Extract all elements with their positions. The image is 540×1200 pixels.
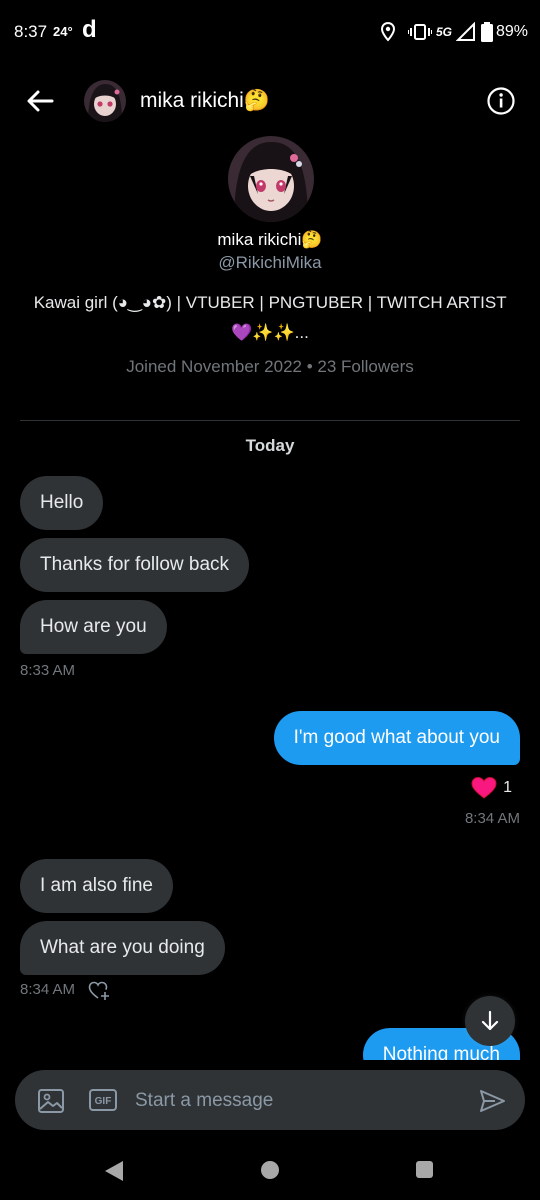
avatar-image <box>84 80 126 122</box>
system-navigation-bar <box>0 1140 540 1200</box>
nav-recents-icon[interactable] <box>416 1161 433 1178</box>
location-icon <box>380 22 395 42</box>
message-input[interactable] <box>133 1082 467 1120</box>
incoming-message[interactable]: Thanks for follow back <box>20 538 250 592</box>
info-icon <box>487 87 515 115</box>
app-notification-icon: d <box>82 16 97 43</box>
status-bar: 8:37 24° d 5G 89% <box>0 0 540 62</box>
battery-icon <box>480 22 493 42</box>
add-reaction-button[interactable] <box>88 980 110 1002</box>
send-button[interactable] <box>478 1087 506 1115</box>
conversation-header: mika rikichi🤔 <box>0 72 540 132</box>
heart-icon <box>471 776 497 799</box>
message-timestamp: 8:34 AM <box>20 981 76 998</box>
header-avatar[interactable] <box>84 80 126 122</box>
profile-join-followers: Joined November 2022 • 23 Followers <box>126 357 414 376</box>
status-temperature: 24° <box>53 24 73 39</box>
scroll-to-bottom-button[interactable] <box>465 996 515 1046</box>
outgoing-message[interactable]: I'm good what about you <box>273 711 520 765</box>
message-composer: GIF <box>15 1070 525 1130</box>
add-image-button[interactable] <box>37 1087 65 1115</box>
vibrate-icon <box>407 24 432 40</box>
incoming-message[interactable]: I am also fine <box>20 859 173 913</box>
purple-heart-emoji: 💜 <box>231 323 253 342</box>
back-button[interactable] <box>22 86 58 116</box>
gif-label: GIF <box>95 1096 112 1107</box>
profile-name: mika rikichi🤔 <box>217 230 323 249</box>
heart-plus-icon <box>88 981 109 1000</box>
network-type: 5G <box>435 25 452 39</box>
profile-avatar[interactable] <box>228 136 314 222</box>
profile-bio: Kawai girl (◕‿◕✿) | VTUBER | PNGTUBER | … <box>30 288 510 348</box>
bio-text: Kawai girl (◕‿◕✿) | VTUBER | PNGTUBER | … <box>33 293 507 312</box>
day-separator: Today <box>245 436 295 455</box>
profile-handle: @RikichiMika <box>218 253 322 272</box>
arrow-down-icon <box>481 1010 499 1031</box>
message-timestamp: 8:34 AM <box>464 810 520 827</box>
message-list-bottom: Nothing much <box>0 1020 540 1060</box>
message-timestamp: 8:33 AM <box>20 662 76 679</box>
image-icon <box>38 1089 64 1113</box>
gif-icon: GIF <box>89 1089 117 1111</box>
avatar-image <box>228 136 314 222</box>
divider <box>20 420 520 421</box>
arrow-left-icon <box>27 90 54 112</box>
header-name[interactable]: mika rikichi🤔 <box>140 89 270 113</box>
conversation-info-button[interactable] <box>486 86 516 116</box>
add-gif-button[interactable]: GIF <box>89 1089 117 1111</box>
signal-icon <box>455 22 475 41</box>
reaction-count: 1 <box>503 779 512 796</box>
incoming-message[interactable]: How are you <box>20 600 167 654</box>
status-time: 8:37 <box>14 22 48 41</box>
sparkles-emoji: ✨✨ <box>252 323 295 342</box>
status-icons: 5G 89% <box>380 20 528 44</box>
send-icon <box>480 1090 505 1112</box>
incoming-message[interactable]: Hello <box>20 476 104 530</box>
incoming-message[interactable]: What are you doing <box>20 921 225 975</box>
message-reaction[interactable]: 1 <box>471 776 512 800</box>
battery-level: 89% <box>495 23 528 40</box>
nav-home-icon[interactable] <box>261 1161 279 1179</box>
bio-ellipsis: ... <box>294 323 309 342</box>
nav-back-icon[interactable] <box>104 1160 124 1182</box>
